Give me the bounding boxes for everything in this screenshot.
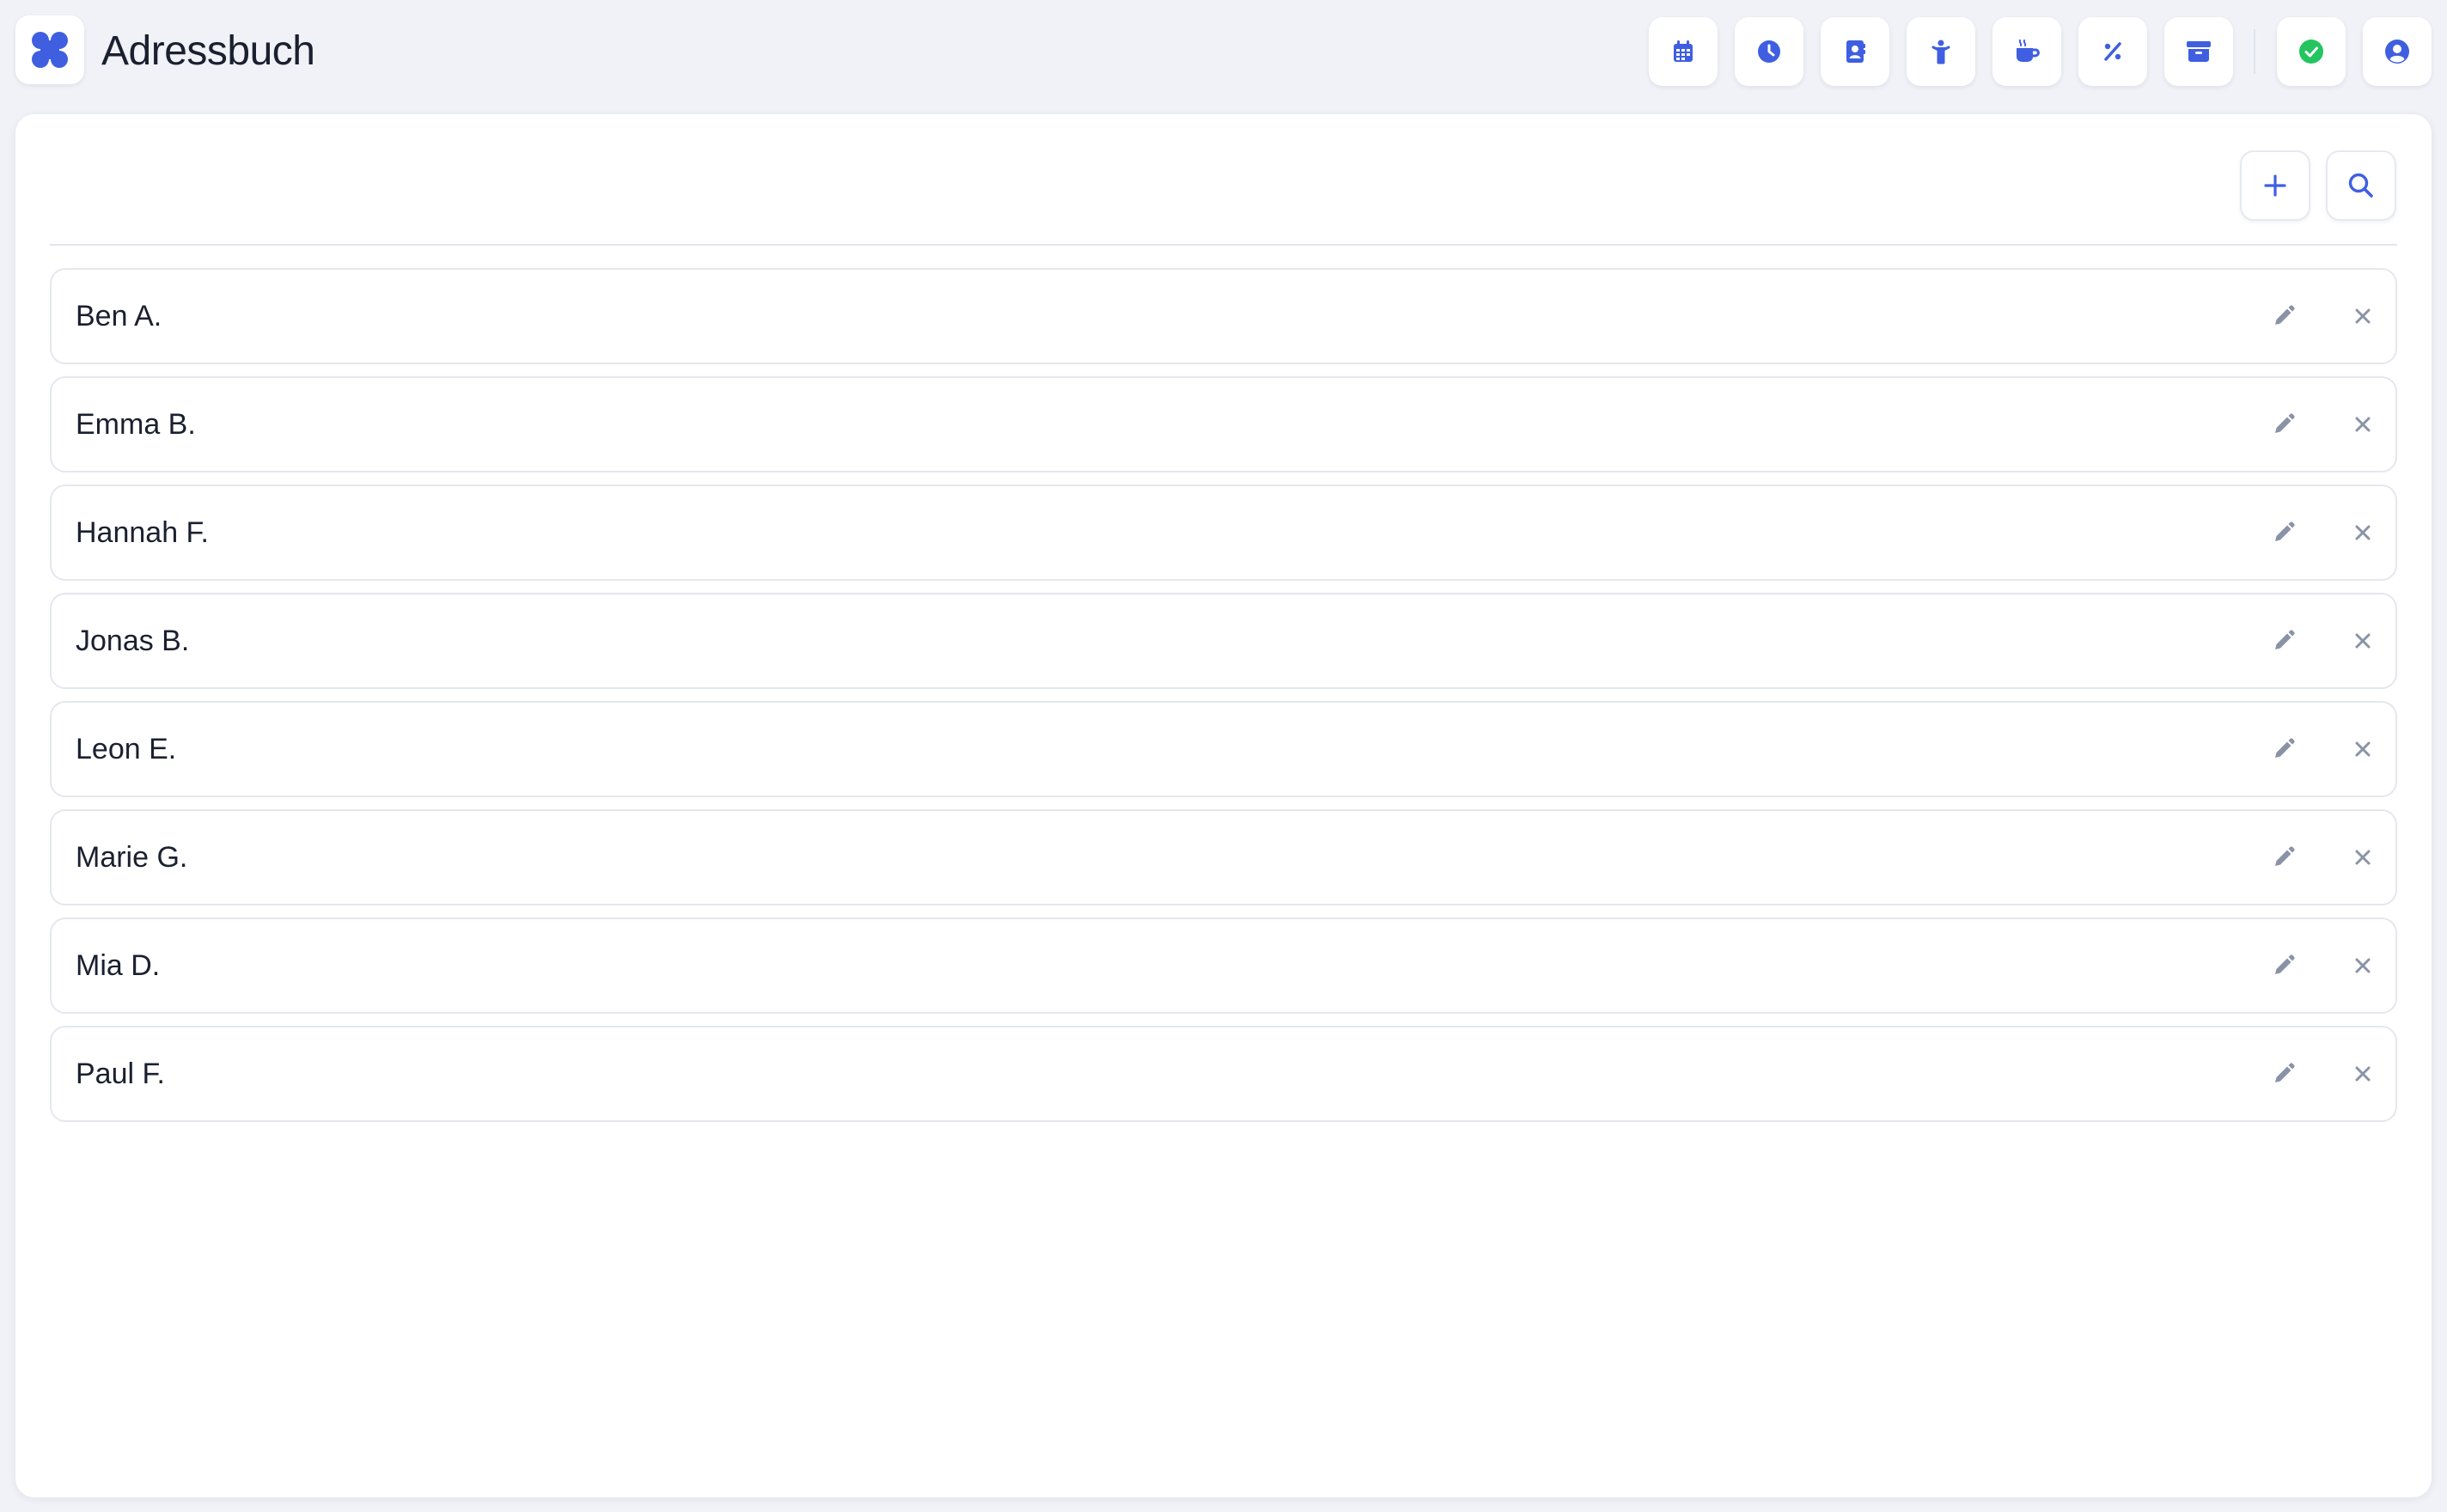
contact-row[interactable]: Mia D. xyxy=(50,918,2397,1014)
edit-contact-button[interactable] xyxy=(2260,942,2308,990)
delete-contact-button[interactable] xyxy=(2339,617,2387,665)
address-book-icon xyxy=(1841,38,1869,65)
delete-contact-button[interactable] xyxy=(2339,725,2387,773)
app-logo-icon xyxy=(29,29,70,70)
app-header: Adressbuch xyxy=(0,0,2447,103)
account-button[interactable] xyxy=(2363,17,2432,86)
pencil-icon xyxy=(2271,736,2297,762)
contact-name: Leon E. xyxy=(76,733,177,765)
edit-contact-button[interactable] xyxy=(2260,400,2308,448)
contact-name: Jonas B. xyxy=(76,625,190,657)
pencil-icon xyxy=(2271,953,2297,979)
contact-list: Ben A. Emma B. Hannah F. Jonas B. Leon E. Mar… xyxy=(50,268,2397,1134)
delete-contact-button[interactable] xyxy=(2339,509,2387,557)
contact-row[interactable]: Marie G. xyxy=(50,809,2397,905)
nav-coffee-button[interactable] xyxy=(1992,17,2061,86)
close-icon xyxy=(2352,630,2374,652)
contact-name: Emma B. xyxy=(76,408,196,441)
close-icon xyxy=(2352,738,2374,760)
edit-contact-button[interactable] xyxy=(2260,617,2308,665)
close-icon xyxy=(2352,521,2374,544)
check-circle-icon xyxy=(2297,38,2325,65)
contact-row[interactable]: Jonas B. xyxy=(50,593,2397,689)
nav-person-button[interactable] xyxy=(1907,17,1975,86)
clock-icon xyxy=(1755,38,1783,65)
close-icon xyxy=(2352,413,2374,436)
close-icon xyxy=(2352,954,2374,977)
delete-contact-button[interactable] xyxy=(2339,1050,2387,1098)
pencil-icon xyxy=(2271,844,2297,870)
nav-address-book-button[interactable] xyxy=(1821,17,1889,86)
pencil-icon xyxy=(2271,412,2297,437)
pencil-icon xyxy=(2271,628,2297,654)
delete-contact-button[interactable] xyxy=(2339,292,2387,340)
search-button[interactable] xyxy=(2326,150,2396,221)
contact-name: Hannah F. xyxy=(76,516,209,549)
person-icon xyxy=(1927,38,1955,65)
address-book-card: Ben A. Emma B. Hannah F. Jonas B. Leon E. Mar… xyxy=(15,114,2432,1497)
contact-row[interactable]: Hannah F. xyxy=(50,485,2397,581)
pencil-icon xyxy=(2271,303,2297,329)
percent-icon xyxy=(2099,38,2127,65)
nav-archive-button[interactable] xyxy=(2164,17,2233,86)
add-contact-button[interactable] xyxy=(2240,150,2310,221)
edit-contact-button[interactable] xyxy=(2260,1050,2308,1098)
nav-divider xyxy=(2254,29,2255,74)
close-icon xyxy=(2352,305,2374,327)
edit-contact-button[interactable] xyxy=(2260,292,2308,340)
edit-contact-button[interactable] xyxy=(2260,509,2308,557)
contact-row[interactable]: Leon E. xyxy=(50,701,2397,797)
contact-name: Ben A. xyxy=(76,300,162,332)
pencil-icon xyxy=(2271,520,2297,546)
contact-row[interactable]: Emma B. xyxy=(50,376,2397,472)
edit-contact-button[interactable] xyxy=(2260,725,2308,773)
nav-calendar-button[interactable] xyxy=(1649,17,1718,86)
nav-clock-button[interactable] xyxy=(1735,17,1803,86)
app-logo[interactable] xyxy=(15,15,84,84)
nav-percent-button[interactable] xyxy=(2078,17,2147,86)
delete-contact-button[interactable] xyxy=(2339,400,2387,448)
calendar-icon xyxy=(1669,38,1697,65)
status-button[interactable] xyxy=(2277,17,2346,86)
toolbar-divider xyxy=(50,244,2397,246)
pencil-icon xyxy=(2271,1061,2297,1087)
coffee-icon xyxy=(2012,38,2041,65)
user-circle-icon xyxy=(2383,38,2411,65)
contact-name: Paul F. xyxy=(76,1058,165,1090)
delete-contact-button[interactable] xyxy=(2339,833,2387,881)
close-icon xyxy=(2352,846,2374,869)
delete-contact-button[interactable] xyxy=(2339,942,2387,990)
contact-row[interactable]: Ben A. xyxy=(50,268,2397,364)
contact-name: Marie G. xyxy=(76,841,188,874)
page-title: Adressbuch xyxy=(101,28,315,74)
edit-contact-button[interactable] xyxy=(2260,833,2308,881)
plus-icon xyxy=(2261,172,2289,199)
search-icon xyxy=(2346,171,2376,200)
close-icon xyxy=(2352,1063,2374,1085)
contact-name: Mia D. xyxy=(76,949,161,982)
archive-icon xyxy=(2184,38,2213,65)
contact-row[interactable]: Paul F. xyxy=(50,1026,2397,1122)
